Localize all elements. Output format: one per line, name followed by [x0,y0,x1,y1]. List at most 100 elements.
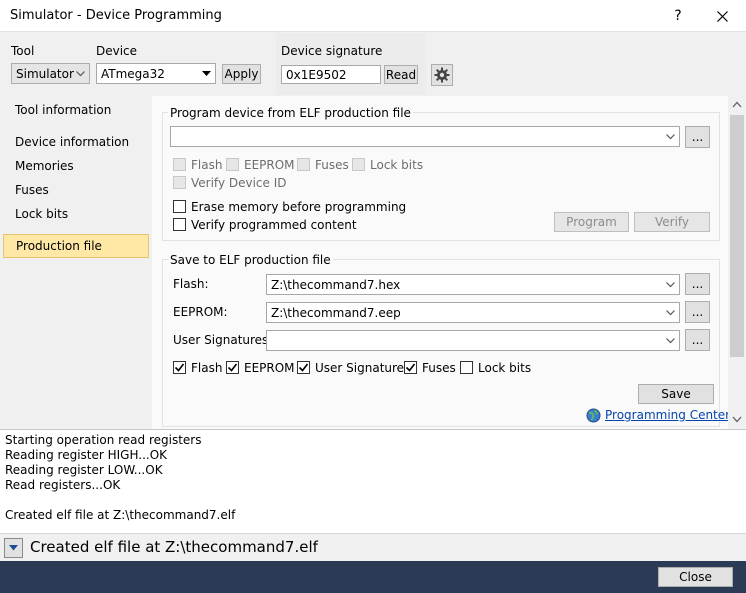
log-line: Created elf file at Z:\thecommand7.elf [5,508,236,522]
sidebar-item-label: Tool information [15,103,112,117]
device-select[interactable]: ATmega32 [96,63,216,84]
save-fuses-label: Fuses [422,361,456,375]
chevron-down-icon [76,70,85,76]
footer-bar: Close [0,561,746,593]
usersig-path-select[interactable] [266,330,680,351]
header-area: Tool Simulator Device ATmega32 Apply Dev… [0,33,746,95]
chevron-down-icon [666,309,675,315]
erase-memory-label: Erase memory before programming [191,200,407,214]
tool-select-value: Simulator [16,66,74,81]
log-line: Reading register LOW...OK [5,463,163,477]
erase-memory-checkbox[interactable] [173,200,186,213]
gear-icon [434,67,450,83]
status-message: Created elf file at Z:\thecommand7.elf [30,538,318,556]
save-eeprom-label: EEPROM [244,361,295,375]
program-eeprom-label: EEPROM [244,158,295,172]
triangle-down-icon [9,545,18,551]
window-title: Simulator - Device Programming [10,8,222,23]
settings-button[interactable] [431,64,453,86]
sidebar-item-production-file[interactable]: Production file [3,234,149,258]
program-flash-label: Flash [191,158,223,172]
signature-field[interactable]: 0x1E9502 [281,65,381,84]
sidebar-item-memories[interactable]: Memories [3,155,149,177]
signature-panel [276,33,426,95]
scroll-thumb[interactable] [730,115,744,357]
log-line: Read registers...OK [5,478,121,492]
sidebar-item-device-information[interactable]: Device information [3,131,149,153]
program-lockbits-label: Lock bits [370,158,424,172]
signature-label: Device signature [281,44,383,58]
sidebar-item-label: Production file [16,239,102,253]
program-group-title: Program device from ELF production file [168,106,413,120]
save-lockbits-label: Lock bits [478,361,532,375]
chevron-down-icon [666,281,675,287]
program-lockbits-checkbox[interactable] [352,158,365,171]
scroll-up-icon[interactable] [732,101,742,108]
verify-device-id-label: Verify Device ID [191,176,287,190]
main-scrollbar[interactable] [728,96,746,429]
close-icon [716,10,728,22]
program-button[interactable]: Program [554,212,629,232]
sidebar-item-label: Lock bits [15,207,69,221]
device-label: Device [96,44,138,58]
read-button[interactable]: Read [384,65,418,84]
verify-content-checkbox[interactable] [173,218,186,231]
tool-label: Tool [11,44,35,58]
sidebar: Tool information Device information Memo… [0,96,152,429]
usersig-browse-button[interactable]: ... [685,329,710,351]
output-log[interactable]: Starting operation read registers Readin… [0,429,746,533]
expand-log-button[interactable] [4,538,23,558]
sidebar-item-fuses[interactable]: Fuses [3,179,149,201]
save-button[interactable]: Save [638,384,714,404]
main-panel: Program device from ELF production file … [152,96,730,429]
chevron-down-icon [666,133,675,139]
eeprom-path-label: EEPROM: [173,305,228,319]
close-button[interactable]: Close [658,567,733,587]
scroll-down-icon[interactable] [732,416,742,423]
log-line: Starting operation read registers [5,433,202,447]
log-line: Reading register HIGH...OK [5,448,168,462]
globe-icon [586,408,601,423]
elf-file-select[interactable] [170,126,680,147]
device-select-value: ATmega32 [101,66,165,81]
programming-center-link[interactable]: Programming Center [605,408,730,422]
program-eeprom-checkbox[interactable] [226,158,239,171]
status-bar: Created elf file at Z:\thecommand7.elf [0,533,746,561]
program-fuses-checkbox[interactable] [297,158,310,171]
checkmark-icon [174,363,185,372]
checkmark-icon [298,363,309,372]
sidebar-item-label: Fuses [15,183,49,197]
save-flash-checkbox[interactable] [173,361,186,374]
verify-button[interactable]: Verify [634,212,710,232]
eeprom-path-value: Z:\thecommand7.eep [271,305,401,320]
eeprom-browse-button[interactable]: ... [685,301,710,323]
save-usersig-label: User Signatures [315,361,411,375]
save-fuses-checkbox[interactable] [404,361,417,374]
verify-device-id-checkbox[interactable] [173,176,186,189]
tool-select[interactable]: Simulator [11,63,90,84]
save-usersig-checkbox[interactable] [297,361,310,374]
sidebar-item-label: Device information [15,135,130,149]
flash-browse-button[interactable]: ... [685,273,710,295]
eeprom-path-select[interactable]: Z:\thecommand7.eep [266,302,680,323]
checkmark-icon [405,363,416,372]
sidebar-item-label: Memories [15,159,74,173]
save-lockbits-checkbox[interactable] [460,361,473,374]
close-window-button[interactable] [700,0,744,32]
sidebar-item-tool-information[interactable]: Tool information [3,99,149,121]
sidebar-item-lock-bits[interactable]: Lock bits [3,203,149,225]
elf-browse-button[interactable]: ... [685,126,710,148]
save-eeprom-checkbox[interactable] [226,361,239,374]
flash-path-label: Flash: [173,277,209,291]
usersig-path-label: User Signatures: [173,333,273,347]
program-flash-checkbox[interactable] [173,158,186,171]
save-group-title: Save to ELF production file [168,253,333,267]
chevron-down-icon [666,337,675,343]
apply-button[interactable]: Apply [222,64,261,84]
title-bar: Simulator - Device Programming ? [0,0,746,32]
program-fuses-label: Fuses [315,158,349,172]
flash-path-value: Z:\thecommand7.hex [271,277,401,292]
help-button[interactable]: ? [656,0,700,32]
verify-content-label: Verify programmed content [191,218,357,232]
flash-path-select[interactable]: Z:\thecommand7.hex [266,274,680,295]
